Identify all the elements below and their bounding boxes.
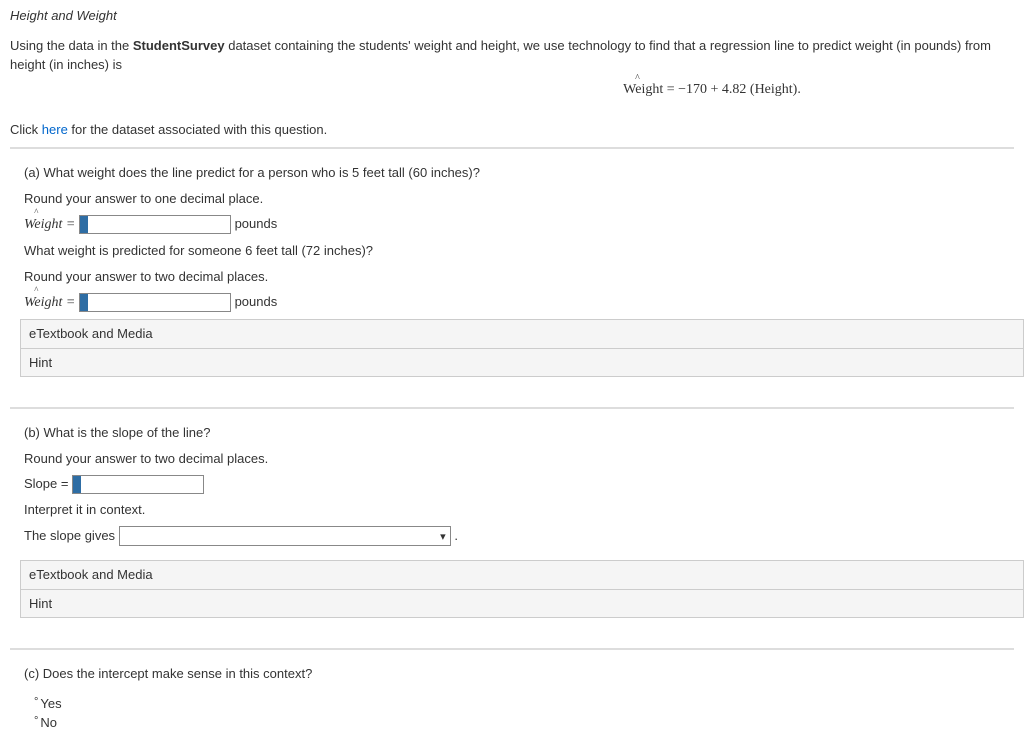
input-handle-icon (73, 476, 81, 493)
radio-icon: ° (34, 715, 38, 727)
etextbook-accordion-b[interactable]: eTextbook and Media (20, 560, 1024, 590)
weight-input-2[interactable] (79, 293, 231, 312)
intro-pre: Using the data in the (10, 38, 133, 53)
part-a-question-2: What weight is predicted for someone 6 f… (24, 241, 1014, 261)
slope-interpretation-select[interactable]: ▾ (119, 526, 451, 546)
radio-option-no[interactable]: °No (34, 713, 1014, 733)
part-a-question-1: (a) What weight does the line predict fo… (24, 163, 1014, 183)
hint-accordion-a[interactable]: Hint (20, 349, 1024, 378)
part-a-round-2: Round your answer to two decimal places. (24, 267, 1014, 287)
unit-pounds-2: pounds (235, 294, 278, 309)
part-b-block: (b) What is the slope of the line? Round… (10, 408, 1014, 618)
intro-text: Using the data in the StudentSurvey data… (10, 36, 1014, 75)
weight-input-1[interactable] (79, 215, 231, 234)
equation-text: Weight = −170 + 4.82 (Height). (623, 82, 801, 97)
interpret-label: Interpret it in context. (24, 500, 1014, 520)
intro-dataset-name: StudentSurvey (133, 38, 225, 53)
period: . (454, 528, 458, 543)
slope-label: Slope = (24, 476, 68, 491)
radio-option-yes[interactable]: °Yes (34, 694, 1014, 714)
slope-input[interactable] (72, 475, 204, 494)
part-a-round-1: Round your answer to one decimal place. (24, 189, 1014, 209)
no-label: No (40, 715, 57, 730)
part-c-question: (c) Does the intercept make sense in thi… (24, 664, 1014, 684)
input-handle-icon (80, 294, 88, 311)
dataset-link[interactable]: here (42, 122, 68, 137)
etextbook-accordion-a[interactable]: eTextbook and Media (20, 319, 1024, 349)
page-title: Height and Weight (10, 6, 1014, 26)
weight-label-1: Weight = (24, 214, 75, 235)
part-a-block: (a) What weight does the line predict fo… (10, 148, 1014, 377)
radio-icon: ° (34, 696, 38, 708)
dataset-hint-pre: Click (10, 122, 42, 137)
weight-label-2: Weight = (24, 292, 75, 313)
part-b-question: (b) What is the slope of the line? (24, 423, 1014, 443)
yes-label: Yes (40, 696, 61, 711)
unit-pounds-1: pounds (235, 216, 278, 231)
part-c-block: (c) Does the intercept make sense in thi… (10, 649, 1014, 733)
regression-equation: Weight = −170 + 4.82 (Height). (10, 79, 1014, 100)
hint-accordion-b[interactable]: Hint (20, 590, 1024, 619)
input-handle-icon (80, 216, 88, 233)
part-b-round: Round your answer to two decimal places. (24, 449, 1014, 469)
chevron-down-icon: ▾ (440, 529, 446, 546)
dataset-hint-post: for the dataset associated with this que… (68, 122, 327, 137)
slope-gives-label: The slope gives (24, 528, 115, 543)
dataset-hint: Click here for the dataset associated wi… (10, 120, 1014, 140)
